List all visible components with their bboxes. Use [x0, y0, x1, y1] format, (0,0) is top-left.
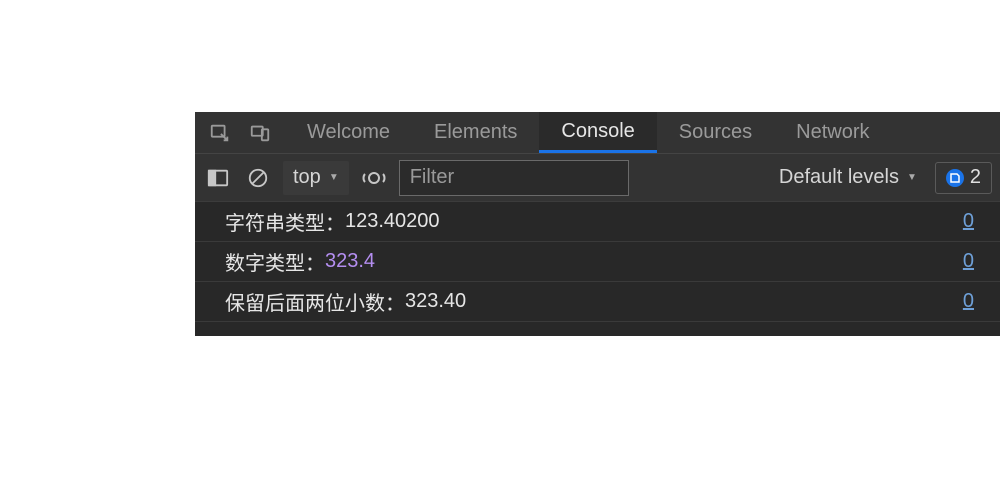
log-label: 字符串类型：: [225, 207, 345, 236]
console-toolbar: top ▼ Default levels ▼ 2: [195, 154, 1000, 202]
tab-strip: Welcome Elements Console Sources Network: [195, 112, 1000, 154]
dropdown-triangle-icon: ▼: [329, 172, 339, 183]
issues-count: 2: [970, 166, 981, 189]
dropdown-triangle-icon: ▼: [907, 172, 917, 183]
device-toggle-icon[interactable]: [249, 122, 271, 144]
log-source-link[interactable]: 0: [963, 210, 974, 233]
log-value: 323.4: [325, 250, 375, 273]
tab-network[interactable]: Network: [774, 112, 891, 153]
toolbar-left-icons: [195, 122, 285, 144]
console-prompt-area[interactable]: [195, 322, 1000, 336]
tab-welcome[interactable]: Welcome: [285, 112, 412, 153]
log-row: 保留后面两位小数： 323.40 0: [195, 282, 1000, 322]
execution-context-selector[interactable]: top ▼: [283, 161, 349, 195]
tab-console[interactable]: Console: [539, 112, 656, 153]
log-label: 保留后面两位小数：: [225, 287, 405, 316]
log-source-link[interactable]: 0: [963, 290, 974, 313]
log-row: 数字类型： 323.4 0: [195, 242, 1000, 282]
toggle-sidebar-icon[interactable]: [203, 163, 233, 193]
log-value: 323.40: [405, 290, 466, 313]
filter-input[interactable]: [399, 160, 629, 196]
live-expression-icon[interactable]: [359, 163, 389, 193]
levels-label: Default levels: [779, 166, 899, 189]
issues-icon: [946, 169, 964, 187]
log-source-link[interactable]: 0: [963, 250, 974, 273]
log-value: 123.40200: [345, 210, 440, 233]
log-levels-selector[interactable]: Default levels ▼: [779, 166, 917, 189]
log-row: 字符串类型： 123.40200 0: [195, 202, 1000, 242]
log-label: 数字类型：: [225, 247, 325, 276]
devtools-panel: Welcome Elements Console Sources Network…: [195, 128, 1000, 336]
context-label: top: [293, 166, 321, 189]
tab-sources[interactable]: Sources: [657, 112, 774, 153]
inspect-icon[interactable]: [209, 122, 231, 144]
tab-elements[interactable]: Elements: [412, 112, 539, 153]
clear-console-icon[interactable]: [243, 163, 273, 193]
console-output: 字符串类型： 123.40200 0 数字类型： 323.4 0 保留后面两位小…: [195, 202, 1000, 336]
issues-badge[interactable]: 2: [935, 162, 992, 194]
